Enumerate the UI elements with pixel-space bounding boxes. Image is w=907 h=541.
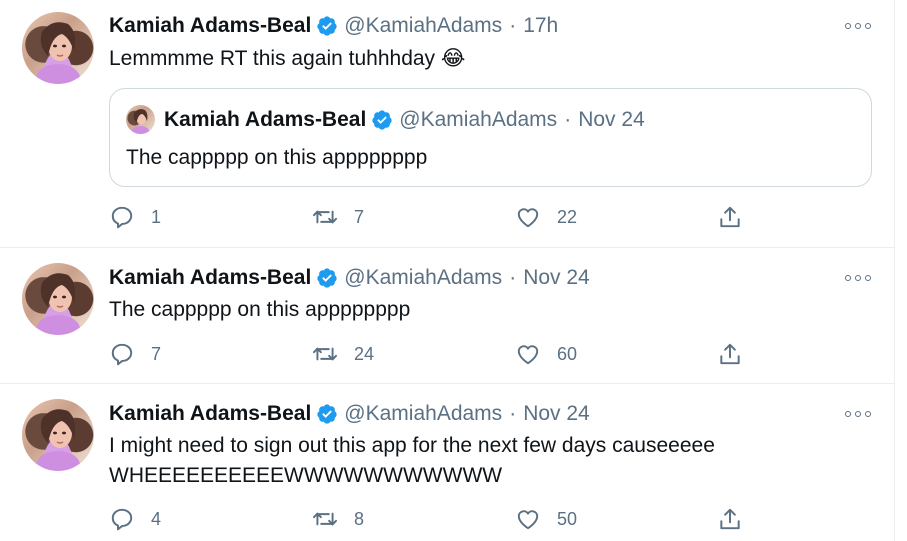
- share-icon: [720, 508, 740, 530]
- tweet-text: I might need to sign out this app for th…: [109, 434, 715, 487]
- tweet-2[interactable]: Kamiah Adams-Beal @KamiahAdams · Nov 24 …: [0, 248, 895, 383]
- avatar-photo-icon: [131, 109, 150, 134]
- tweet-header: Kamiah Adams-Beal @KamiahAdams · Nov 24: [109, 400, 590, 428]
- verified-badge-icon: [317, 268, 337, 288]
- tweet-header: Kamiah Adams-Beal @KamiahAdams · 17h: [109, 12, 558, 40]
- avatar-photo-icon: [36, 22, 80, 84]
- like-button[interactable]: 22: [515, 202, 577, 232]
- tweet-header: Kamiah Adams-Beal @KamiahAdams · Nov 24: [109, 264, 590, 292]
- retweet-icon: [312, 512, 338, 526]
- reply-button[interactable]: 4: [109, 504, 161, 534]
- more-options-icon[interactable]: [845, 273, 871, 283]
- verified-badge-icon: [317, 404, 337, 424]
- like-count: 60: [557, 343, 578, 364]
- author-name[interactable]: Kamiah Adams-Beal: [109, 402, 311, 426]
- avatar-photo-icon: [36, 409, 80, 471]
- quoted-timestamp: Nov 24: [578, 108, 645, 131]
- separator-dot: ·: [509, 266, 517, 289]
- tweet-timestamp[interactable]: Nov 24: [523, 402, 590, 426]
- author-handle[interactable]: @KamiahAdams: [344, 266, 502, 290]
- tweet-text: Lemmmme RT this again tuhhhday 😂: [109, 47, 466, 70]
- tweet-timestamp[interactable]: Nov 24: [523, 266, 590, 290]
- reply-count: 1: [151, 206, 162, 227]
- avatar[interactable]: [22, 12, 94, 84]
- retweet-button[interactable]: 24: [312, 339, 374, 369]
- reply-icon: [111, 206, 133, 229]
- like-count: 50: [557, 508, 578, 529]
- author-name[interactable]: Kamiah Adams-Beal: [109, 14, 311, 38]
- retweet-button[interactable]: 7: [312, 202, 364, 232]
- tweet-timestamp[interactable]: 17h: [523, 14, 558, 38]
- reply-icon: [111, 343, 133, 366]
- heart-icon: [517, 208, 539, 228]
- separator-dot: ·: [509, 14, 517, 37]
- tweet-3[interactable]: Kamiah Adams-Beal @KamiahAdams · Nov 24 …: [0, 384, 895, 541]
- reply-icon: [111, 508, 133, 531]
- retweet-count: 24: [354, 343, 375, 364]
- retweet-button[interactable]: 8: [312, 504, 364, 534]
- share-icon: [720, 343, 740, 365]
- avatar[interactable]: [22, 263, 94, 335]
- quoted-tweet[interactable]: Kamiah Adams-Beal @KamiahAdams · Nov 24 …: [109, 88, 872, 187]
- tweet-actions: 1 7 22: [109, 202, 749, 232]
- quoted-author-name: Kamiah Adams-Beal: [164, 108, 367, 131]
- reply-button[interactable]: 1: [109, 202, 161, 232]
- like-button[interactable]: 60: [515, 339, 577, 369]
- reply-count: 4: [151, 508, 162, 529]
- share-icon: [720, 206, 740, 228]
- verified-badge-icon: [372, 110, 392, 130]
- tweet-1[interactable]: Kamiah Adams-Beal @KamiahAdams · 17h Lem…: [0, 0, 895, 247]
- quoted-header: Kamiah Adams-Beal @KamiahAdams · Nov 24: [164, 106, 645, 134]
- reply-count: 7: [151, 343, 162, 364]
- retweet-icon: [312, 210, 338, 224]
- retweet-icon: [312, 347, 338, 361]
- retweet-count: 7: [354, 206, 365, 227]
- retweet-count: 8: [354, 508, 365, 529]
- reply-button[interactable]: 7: [109, 339, 161, 369]
- tweet-actions: 4 8 50: [109, 504, 749, 534]
- share-button[interactable]: [717, 504, 743, 534]
- quoted-avatar: [126, 105, 155, 134]
- more-options-icon[interactable]: [845, 409, 871, 419]
- share-button[interactable]: [717, 202, 743, 232]
- author-handle[interactable]: @KamiahAdams: [344, 402, 502, 426]
- quoted-text: The cappppp on this apppppppp: [126, 146, 428, 169]
- like-count: 22: [557, 206, 578, 227]
- heart-icon: [517, 510, 539, 530]
- tweet-text: The cappppp on this apppppppp: [109, 298, 411, 321]
- author-handle[interactable]: @KamiahAdams: [344, 14, 502, 38]
- verified-badge-icon: [317, 16, 337, 36]
- share-button[interactable]: [717, 339, 743, 369]
- separator-dot: ·: [564, 108, 572, 131]
- more-options-icon[interactable]: [845, 21, 871, 31]
- avatar-photo-icon: [36, 273, 80, 335]
- author-name[interactable]: Kamiah Adams-Beal: [109, 266, 311, 290]
- like-button[interactable]: 50: [515, 504, 577, 534]
- avatar[interactable]: [22, 399, 94, 471]
- separator-dot: ·: [509, 402, 517, 425]
- quoted-author-handle: @KamiahAdams: [399, 108, 558, 131]
- heart-icon: [517, 345, 539, 365]
- tweet-actions: 7 24 60: [109, 339, 749, 369]
